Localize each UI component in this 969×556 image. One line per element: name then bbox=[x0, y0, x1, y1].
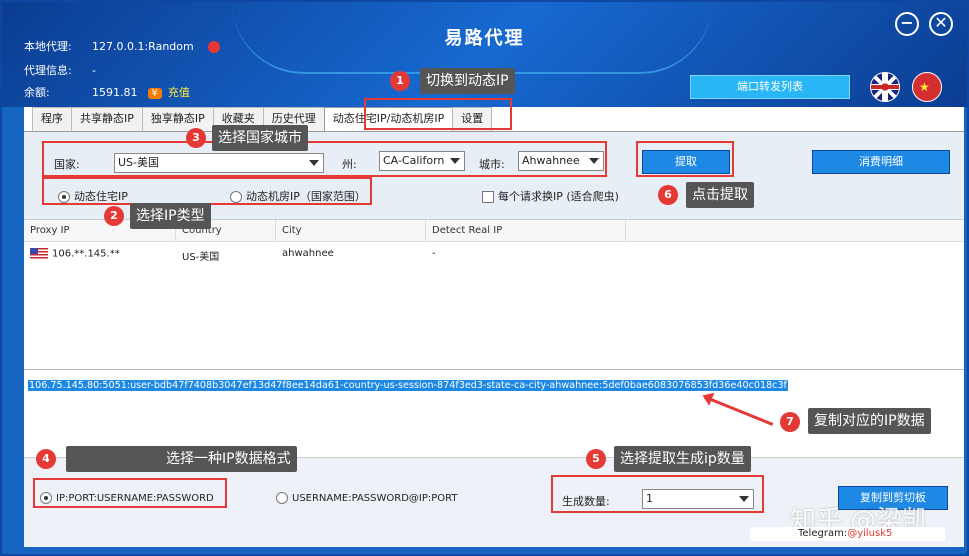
callout-6: 点击提取 bbox=[686, 182, 754, 208]
proxy-info-row: 代理信息: - bbox=[24, 62, 96, 78]
radio-unchecked-icon[interactable] bbox=[276, 492, 288, 504]
consume-detail-button[interactable]: 消费明细 bbox=[812, 150, 950, 174]
proxy-info-value: - bbox=[92, 64, 96, 77]
local-proxy-row: 本地代理: 127.0.0.1:Random bbox=[24, 38, 220, 54]
highlight-format bbox=[33, 478, 227, 508]
city-cell: ahwahnee bbox=[282, 248, 334, 259]
col-city[interactable]: City bbox=[276, 220, 426, 242]
callout-1-number: 1 bbox=[390, 71, 410, 91]
tab-shared-static-ip[interactable]: 共享静态IP bbox=[71, 107, 143, 131]
callout-3: 选择国家城市 bbox=[212, 125, 308, 151]
highlight-extract bbox=[636, 141, 734, 177]
highlight-dynamic-tab bbox=[364, 98, 512, 130]
callout-3-number: 3 bbox=[186, 128, 206, 148]
recharge-link[interactable]: 充值 bbox=[168, 84, 190, 100]
tab-program[interactable]: 程序 bbox=[32, 107, 72, 131]
balance-value: 1591.81 bbox=[92, 86, 138, 99]
callout-4-number: 4 bbox=[36, 449, 56, 469]
callout-7-number: 7 bbox=[780, 412, 800, 432]
telegram-label: Telegram:@yilusk5 bbox=[750, 527, 945, 541]
uk-flag-icon[interactable] bbox=[870, 72, 900, 102]
local-proxy-label: 本地代理: bbox=[24, 40, 72, 53]
yen-icon: ¥ bbox=[147, 88, 162, 99]
col-empty bbox=[626, 220, 964, 242]
telegram-handle: @yilusk5 bbox=[847, 528, 893, 539]
callout-6-number: 6 bbox=[658, 185, 678, 205]
proxy-info-label: 代理信息: bbox=[24, 64, 72, 77]
format-2-label: USERNAME:PASSWORD@IP:PORT bbox=[292, 493, 458, 504]
callout-5: 选择提取生成ip数量 bbox=[614, 446, 751, 472]
highlight-ip-type bbox=[42, 177, 372, 205]
proxy-ip-cell: 106.**.145.** bbox=[52, 248, 120, 260]
local-proxy-value: 127.0.0.1:Random bbox=[92, 40, 194, 53]
telegram-prefix: Telegram: bbox=[798, 528, 848, 539]
close-button[interactable]: ✕ bbox=[929, 12, 953, 36]
proxy-table: Proxy IP Country City Detect Real IP 106… bbox=[24, 219, 964, 369]
country-cell: US-美国 bbox=[182, 252, 220, 263]
balance-label: 余额: bbox=[24, 86, 50, 99]
minimize-button[interactable]: − bbox=[895, 12, 919, 36]
rotate-checkbox[interactable]: 每个请求换IP (适合爬虫) bbox=[482, 188, 619, 204]
callout-4: 选择一种IP数据格式 bbox=[66, 446, 297, 472]
callout-2: 选择IP类型 bbox=[130, 203, 211, 229]
col-detect-real-ip[interactable]: Detect Real IP bbox=[426, 220, 626, 242]
highlight-quantity bbox=[551, 475, 764, 513]
output-text[interactable]: 106.75.145.80:5051:user-bdb47f7408b3047e… bbox=[28, 380, 788, 391]
detect-cell: - bbox=[432, 248, 436, 259]
highlight-location bbox=[42, 141, 607, 177]
balance-row: 余额: 1591.81 ¥ 充值 bbox=[24, 84, 190, 100]
cn-flag-icon[interactable]: ★ bbox=[912, 72, 942, 102]
checkbox-icon[interactable] bbox=[482, 191, 494, 203]
tab-exclusive-static-ip[interactable]: 独享静态IP bbox=[141, 107, 214, 131]
format-option-2[interactable]: USERNAME:PASSWORD@IP:PORT bbox=[276, 492, 457, 504]
callout-5-number: 5 bbox=[586, 449, 606, 469]
status-dot-icon bbox=[207, 41, 220, 53]
table-row-proxy-ip[interactable]: 106.**.145.** bbox=[30, 248, 120, 260]
callout-2-number: 2 bbox=[104, 206, 124, 226]
us-flag-icon bbox=[30, 248, 48, 259]
rotate-checkbox-label: 每个请求换IP (适合爬虫) bbox=[498, 190, 619, 203]
callout-7: 复制对应的IP数据 bbox=[808, 408, 931, 434]
port-forward-button[interactable]: 端口转发列表 bbox=[690, 75, 850, 99]
callout-1: 切换到动态IP bbox=[420, 68, 515, 94]
